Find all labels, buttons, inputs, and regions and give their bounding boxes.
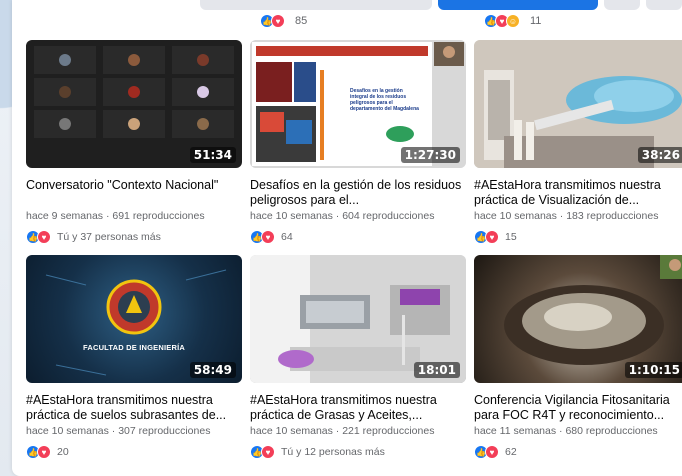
reaction-summary[interactable]: 👍 ♥ 62 [474, 444, 682, 460]
love-icon: ♥ [37, 445, 51, 459]
icon-button-remnant[interactable] [604, 0, 640, 10]
video-thumbnail[interactable]: Desafíos en la gestión integral de los r… [250, 40, 466, 168]
primary-button-remnant[interactable] [438, 0, 598, 10]
video-meta: hace 10 semanas · 183 reproducciones [474, 210, 659, 222]
videos-panel: 👍 ♥ 85 👍 ♥ ☺ 11 51:34 Conversatorio "Con… [12, 0, 682, 476]
video-thumbnail[interactable]: FACULTAD DE INGENIERÍA 58:49 [26, 255, 242, 383]
video-title[interactable]: #AEstaHora transmitimos nuestra práctica… [250, 393, 466, 423]
reaction-count: 64 [281, 231, 293, 243]
faculty-banner: FACULTAD DE INGENIERÍA [82, 343, 186, 352]
love-icon: ♥ [261, 445, 275, 459]
video-title[interactable]: #AEstaHora transmitimos nuestra práctica… [26, 393, 242, 423]
love-icon: ♥ [261, 230, 275, 244]
love-icon: ♥ [271, 14, 285, 28]
reaction-summary[interactable]: 👍 ♥ ☺ 11 [484, 14, 541, 28]
video-meta: hace 10 semanas · 307 reproducciones [26, 425, 211, 437]
haha-icon: ☺ [506, 14, 520, 28]
video-card[interactable]: 1:10:15 Conferencia Vigilancia Fitosanit… [474, 255, 682, 460]
video-grid: 51:34 Conversatorio "Contexto Nacional" … [26, 40, 682, 460]
video-meta: hace 11 semanas · 680 reproducciones [474, 425, 658, 437]
reaction-summary[interactable]: 👍 ♥ 64 [250, 229, 466, 245]
reaction-summary[interactable]: 👍 ♥ Tú y 37 personas más [26, 229, 242, 245]
video-thumbnail[interactable]: 18:01 [250, 255, 466, 383]
slide-heading: Desafíos en la gestión integral de los r… [350, 88, 419, 112]
love-icon: ♥ [37, 230, 51, 244]
video-duration: 1:27:30 [400, 147, 460, 163]
video-meta: hace 9 semanas · 691 reproducciones [26, 210, 205, 222]
reaction-count: Tú y 12 personas más [281, 446, 385, 458]
video-thumbnail[interactable]: 51:34 [26, 40, 242, 168]
video-card[interactable]: 38:26 #AEstaHora transmitimos nuestra pr… [474, 40, 682, 245]
reaction-count: 15 [505, 231, 517, 243]
previous-row-remnant: 👍 ♥ 85 👍 ♥ ☺ 11 [12, 0, 682, 28]
video-duration: 58:49 [189, 362, 236, 378]
reaction-count: Tú y 37 personas más [57, 231, 161, 243]
reaction-summary[interactable]: 👍 ♥ 15 [474, 229, 682, 245]
video-title[interactable]: #AEstaHora transmitimos nuestra práctica… [474, 178, 682, 208]
video-meta: hace 10 semanas · 221 reproducciones [250, 425, 435, 437]
video-card[interactable]: Desafíos en la gestión integral de los r… [250, 40, 466, 245]
video-meta: hace 10 semanas · 604 reproducciones [250, 210, 435, 222]
reaction-summary[interactable]: 👍 ♥ Tú y 12 personas más [250, 444, 466, 460]
video-thumbnail[interactable]: 1:10:15 [474, 255, 682, 383]
video-thumbnail[interactable]: 38:26 [474, 40, 682, 168]
reaction-count: 62 [505, 446, 517, 458]
video-card[interactable]: FACULTAD DE INGENIERÍA 58:49 #AEstaHora … [26, 255, 242, 460]
icon-button-remnant[interactable] [646, 0, 682, 10]
video-duration: 51:34 [189, 147, 236, 163]
search-bar-remnant[interactable] [200, 0, 432, 10]
reaction-summary[interactable]: 👍 ♥ 20 [26, 444, 242, 460]
video-title[interactable]: Desafíos en la gestión de los residuos p… [250, 178, 466, 208]
video-duration: 18:01 [413, 362, 460, 378]
reaction-count: 11 [530, 15, 542, 27]
reaction-summary[interactable]: 👍 ♥ 85 [260, 14, 307, 28]
love-icon: ♥ [485, 445, 499, 459]
reaction-count: 20 [57, 446, 69, 458]
video-duration: 38:26 [637, 147, 682, 163]
video-card[interactable]: 51:34 Conversatorio "Contexto Nacional" … [26, 40, 242, 245]
video-title[interactable]: Conferencia Vigilancia Fitosanitaria par… [474, 393, 682, 423]
video-duration: 1:10:15 [624, 362, 682, 378]
video-card[interactable]: 18:01 #AEstaHora transmitimos nuestra pr… [250, 255, 466, 460]
love-icon: ♥ [485, 230, 499, 244]
video-title[interactable]: Conversatorio "Contexto Nacional" [26, 178, 242, 208]
reaction-count: 85 [295, 15, 308, 27]
